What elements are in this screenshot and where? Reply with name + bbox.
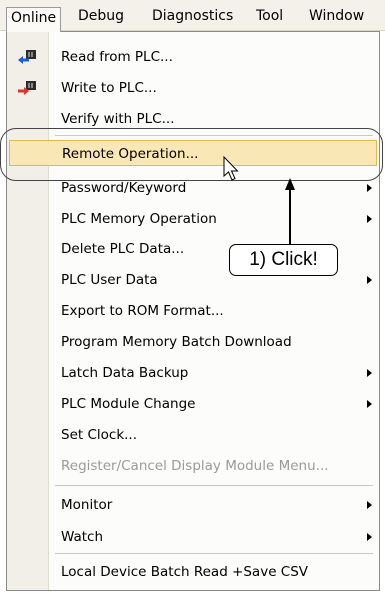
- callout-arrow-head: [285, 178, 295, 190]
- callout-text: 1) Click!: [249, 249, 318, 270]
- mouse-cursor-icon: [223, 155, 239, 181]
- annotation-overlay: [223, 155, 295, 244]
- click-callout: 1) Click!: [229, 244, 338, 276]
